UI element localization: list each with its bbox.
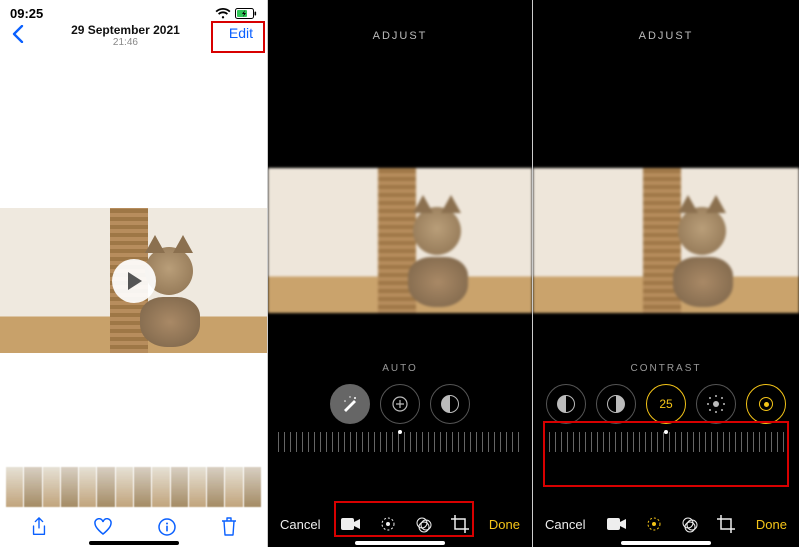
sun-icon: [713, 401, 719, 407]
adjust-header: ADJUST: [533, 0, 799, 42]
adjust-header: ADJUST: [268, 0, 532, 42]
filters-mode-button[interactable]: [681, 515, 699, 533]
favorite-button[interactable]: [93, 518, 113, 536]
dot-ring-icon: [759, 397, 773, 411]
edit-mode-row: [320, 515, 488, 533]
thumb[interactable]: [134, 467, 151, 507]
video-mode-button[interactable]: [607, 515, 627, 533]
cat: [668, 207, 743, 307]
crop-icon: [717, 515, 735, 533]
share-button[interactable]: [30, 517, 48, 537]
contrast-button[interactable]: 25: [646, 384, 686, 424]
video-icon: [607, 517, 627, 531]
highlights-button[interactable]: [546, 384, 586, 424]
video-mode-button[interactable]: [341, 515, 361, 533]
filters-mode-button[interactable]: [415, 515, 433, 533]
adjust-slider[interactable]: [278, 432, 522, 452]
half-circle-inv-icon: [607, 395, 625, 413]
slider-thumb[interactable]: [664, 430, 668, 434]
adjust-label: AUTO: [268, 363, 532, 374]
trash-icon: [221, 517, 237, 537]
status-indicators: [215, 8, 257, 20]
done-button[interactable]: Done: [756, 517, 787, 532]
crop-icon: [451, 515, 469, 533]
battery-icon: [235, 8, 257, 20]
heart-icon: [93, 518, 113, 536]
cancel-button[interactable]: Cancel: [280, 517, 320, 532]
nav-row: 29 September 2021 21:46 Edit: [0, 21, 267, 58]
video-preview[interactable]: [533, 168, 799, 313]
done-button[interactable]: Done: [489, 517, 520, 532]
adjust-mode-button[interactable]: [645, 515, 663, 533]
edit-bottom-bar: Cancel Done: [268, 515, 532, 533]
adjust-mode-button[interactable]: [379, 515, 397, 533]
play-icon: [128, 272, 142, 290]
video-preview[interactable]: [268, 168, 532, 313]
thumb[interactable]: [189, 467, 206, 507]
half-circle-icon: [441, 395, 459, 413]
edit-bottom-bar: Cancel Done: [533, 515, 799, 533]
title-block: 29 September 2021 21:46: [28, 23, 223, 48]
chevron-left-icon: [12, 25, 24, 43]
delete-button[interactable]: [221, 517, 237, 537]
back-button[interactable]: [8, 23, 28, 45]
half-circle-icon: [557, 395, 575, 413]
black-point-button[interactable]: [746, 384, 786, 424]
adjust-dial-icon: [379, 515, 397, 533]
share-icon: [30, 517, 48, 537]
play-button[interactable]: [112, 259, 156, 303]
thumb[interactable]: [43, 467, 60, 507]
cancel-button[interactable]: Cancel: [545, 517, 585, 532]
thumb[interactable]: [97, 467, 114, 507]
slider-thumb[interactable]: [398, 430, 402, 434]
thumb[interactable]: [116, 467, 133, 507]
crop-mode-button[interactable]: [717, 515, 735, 533]
adjust-slider[interactable]: [543, 432, 789, 452]
filters-icon: [681, 515, 699, 533]
thumb[interactable]: [207, 467, 224, 507]
wand-icon: [341, 395, 359, 413]
thumbnail-strip[interactable]: [6, 467, 261, 507]
edit-adjust-auto-screen: ADJUST AUTO Cancel: [267, 0, 533, 547]
thumb[interactable]: [6, 467, 23, 507]
thumb[interactable]: [152, 467, 169, 507]
wifi-icon: [215, 8, 231, 20]
exposure-button[interactable]: [380, 384, 420, 424]
filters-icon: [415, 515, 433, 533]
thumb[interactable]: [171, 467, 188, 507]
home-indicator[interactable]: [355, 541, 445, 545]
brightness-button[interactable]: [696, 384, 736, 424]
thumb[interactable]: [61, 467, 78, 507]
cat: [403, 207, 478, 307]
info-icon: [158, 518, 176, 536]
home-indicator[interactable]: [89, 541, 179, 545]
edit-button[interactable]: Edit: [223, 23, 259, 43]
home-indicator[interactable]: [621, 541, 711, 545]
thumb[interactable]: [225, 467, 242, 507]
status-bar: 09:25: [0, 0, 267, 21]
exposure-icon: [391, 395, 409, 413]
info-button[interactable]: [158, 518, 176, 536]
adjust-label: CONTRAST: [533, 363, 799, 374]
adjust-circle-row: 25: [533, 384, 799, 424]
shadows-button[interactable]: [596, 384, 636, 424]
video-icon: [341, 517, 361, 531]
adjust-dial-icon: [645, 515, 663, 533]
video-preview[interactable]: [0, 208, 267, 353]
thumb[interactable]: [24, 467, 41, 507]
crop-mode-button[interactable]: [451, 515, 469, 533]
thumb[interactable]: [79, 467, 96, 507]
adjust-circle-row: [268, 384, 532, 424]
status-time: 09:25: [10, 6, 43, 21]
auto-enhance-button[interactable]: [330, 384, 370, 424]
title-time: 21:46: [28, 37, 223, 48]
edit-adjust-contrast-screen: ADJUST CONTRAST 25 Cancel: [533, 0, 799, 547]
contrast-value: 25: [659, 397, 672, 411]
edit-mode-row: [585, 515, 755, 533]
photos-detail-screen: 09:25 29 September 2021 21:46 Edit: [0, 0, 267, 547]
title-date: 29 September 2021: [28, 23, 223, 37]
highlights-button[interactable]: [430, 384, 470, 424]
thumb[interactable]: [244, 467, 261, 507]
